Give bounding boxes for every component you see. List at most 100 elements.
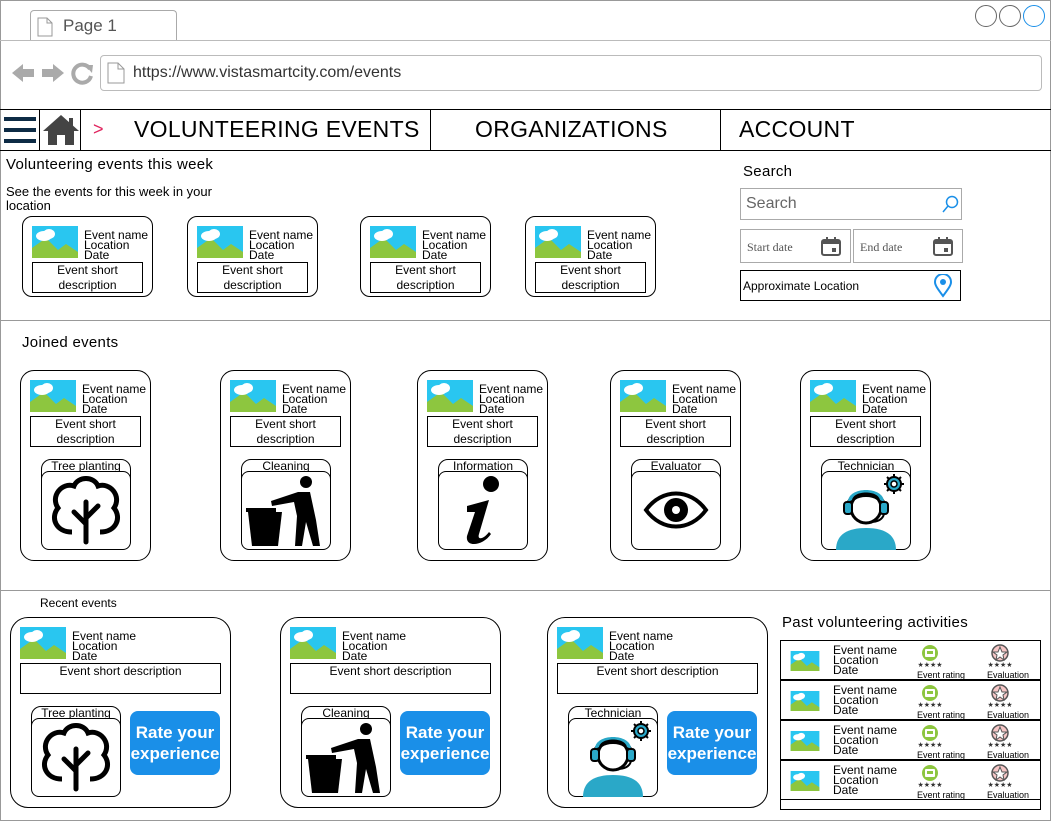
event-thumbnail — [790, 651, 820, 671]
week-subtitle: See the events for this week in your loc… — [6, 184, 212, 213]
address-bar[interactable]: https://www.vistasmartcity.com/events — [100, 55, 1042, 91]
rating-icon: ★★★★ — [917, 685, 943, 708]
event-description: Event short description — [30, 416, 141, 447]
evaluation-label: Evaluation — [986, 670, 1030, 680]
tab-divider — [0, 40, 1051, 41]
nav-item-volunteering-events[interactable]: > VOLUNTEERING EVENTS — [81, 110, 431, 150]
end-date-field[interactable]: End date — [853, 229, 963, 263]
main-navbar: > VOLUNTEERING EVENTS ORGANIZATIONS ACCO… — [0, 110, 1051, 151]
past-activity-row[interactable]: Event name Location Date ★★★★ Event rating ★★… — [780, 760, 1041, 800]
role-badge: Cleaning — [301, 706, 391, 797]
window-button-minimize[interactable] — [975, 5, 997, 27]
menu-button[interactable] — [0, 110, 40, 150]
event-rating[interactable]: ★★★★ Event rating — [909, 723, 973, 760]
evaluation[interactable]: ★★★★ Evaluation — [979, 763, 1037, 800]
event-meta: Event name Location Date — [833, 684, 897, 716]
svg-text:★★★★: ★★★★ — [987, 781, 1012, 788]
rating-icon: ★★★★ — [917, 645, 943, 668]
start-date-field[interactable]: Start date — [740, 229, 851, 263]
calendar-icon[interactable] — [821, 237, 841, 256]
role-icon-box — [41, 471, 131, 550]
forward-icon[interactable] — [40, 62, 66, 84]
nav-item-organizations[interactable]: ORGANIZATIONS — [431, 110, 721, 150]
event-thumbnail — [197, 226, 243, 258]
event-meta: Event name Location Date — [84, 229, 148, 261]
search-input[interactable]: Search — [740, 188, 962, 220]
event-card[interactable]: Event name Location Date Event short descri… — [22, 216, 153, 297]
past-activity-row[interactable]: Event name Location Date ★★★★ Event rating ★★… — [780, 720, 1041, 760]
role-icon-box — [31, 718, 121, 797]
event-meta: Event name Location Date — [479, 383, 543, 415]
event-description: Event short description — [230, 416, 341, 447]
role-badge: Evaluator — [631, 459, 721, 550]
joined-event-card[interactable]: Event name Location Date Event short descri… — [800, 370, 931, 561]
event-thumbnail — [620, 380, 666, 412]
event-card[interactable]: Event name Location Date Event short descri… — [360, 216, 491, 297]
event-meta: Event name Location Date — [282, 383, 346, 415]
recent-event-card[interactable]: Event name Location Date Event short descri… — [547, 617, 768, 808]
recent-event-card[interactable]: Event name Location Date Event short descri… — [10, 617, 231, 808]
trash-person-icon — [302, 719, 390, 797]
event-rating[interactable]: ★★★★ Event rating — [909, 643, 973, 680]
role-icon-box — [438, 471, 528, 550]
event-card[interactable]: Event name Location Date Event short descri… — [525, 216, 656, 297]
event-meta: Event name Location Date — [672, 383, 736, 415]
location-pin-icon[interactable] — [933, 274, 953, 298]
event-description: Event short description — [197, 262, 308, 293]
event-description: Event short description — [535, 262, 646, 293]
page-icon — [107, 62, 125, 84]
nav-label-account: ACCOUNT — [739, 116, 855, 142]
joined-event-card[interactable]: Event name Location Date Event short descri… — [220, 370, 351, 561]
event-rating[interactable]: ★★★★ Event rating — [909, 683, 973, 720]
evaluation[interactable]: ★★★★ Evaluation — [979, 683, 1037, 720]
window-button-close[interactable] — [1023, 5, 1045, 27]
location-field[interactable]: Approximate Location — [740, 270, 961, 301]
location-placeholder: Approximate Location — [743, 279, 860, 293]
chevron-right-icon: > — [93, 119, 104, 139]
rate-experience-button[interactable]: Rate your experience — [667, 711, 757, 775]
back-icon[interactable] — [10, 62, 36, 84]
event-meta: Event name Location Date — [72, 630, 136, 662]
role-icon-box — [631, 471, 721, 550]
evaluation[interactable]: ★★★★ Evaluation — [979, 643, 1037, 680]
evaluation[interactable]: ★★★★ Evaluation — [979, 723, 1037, 760]
home-icon — [43, 115, 79, 145]
role-icon-box — [241, 471, 331, 550]
past-activity-row[interactable]: Event name Location Date ★★★★ Event rating ★★… — [780, 680, 1041, 720]
event-thumbnail — [230, 380, 276, 412]
event-thumbnail — [535, 226, 581, 258]
joined-event-card[interactable]: Event name Location Date Event short descri… — [417, 370, 548, 561]
section-divider — [0, 320, 1051, 321]
joined-title: Joined events — [22, 334, 119, 351]
joined-event-card[interactable]: Event name Location Date Event short descri… — [610, 370, 741, 561]
rate-experience-button[interactable]: Rate your experience — [400, 711, 490, 775]
window-button-maximize[interactable] — [999, 5, 1021, 27]
event-thumbnail — [30, 380, 76, 412]
event-thumbnail — [557, 627, 603, 659]
recent-event-card[interactable]: Event name Location Date Event short descri… — [280, 617, 501, 808]
joined-event-card[interactable]: Event name Location Date Event short descri… — [20, 370, 151, 561]
browser-tab[interactable]: Page 1 — [30, 10, 177, 41]
role-icon-box — [821, 471, 911, 550]
svg-text:★★★★: ★★★★ — [917, 661, 942, 668]
role-badge: Technician — [821, 459, 911, 550]
event-thumbnail — [32, 226, 78, 258]
event-thumbnail — [370, 226, 416, 258]
svg-text:★★★★: ★★★★ — [917, 741, 942, 748]
evaluation-label: Evaluation — [986, 710, 1030, 720]
page-icon — [37, 17, 53, 37]
evaluation-label: Evaluation — [986, 790, 1030, 800]
search-icon[interactable] — [941, 195, 959, 215]
home-button[interactable] — [40, 110, 81, 150]
past-activity-row[interactable]: Event name Location Date ★★★★ Event rating ★★… — [780, 640, 1041, 680]
evaluation-icon: ★★★★ — [987, 644, 1013, 668]
reload-icon[interactable] — [71, 61, 95, 85]
event-description: Event short description — [427, 416, 538, 447]
event-rating[interactable]: ★★★★ Event rating — [909, 763, 973, 800]
rate-experience-button[interactable]: Rate your experience — [130, 711, 220, 775]
event-description: Event short description — [290, 663, 491, 694]
role-badge: Cleaning — [241, 459, 331, 550]
nav-item-account[interactable]: ACCOUNT — [721, 110, 1051, 150]
event-card[interactable]: Event name Location Date Event short descri… — [187, 216, 318, 297]
calendar-icon[interactable] — [933, 237, 953, 256]
